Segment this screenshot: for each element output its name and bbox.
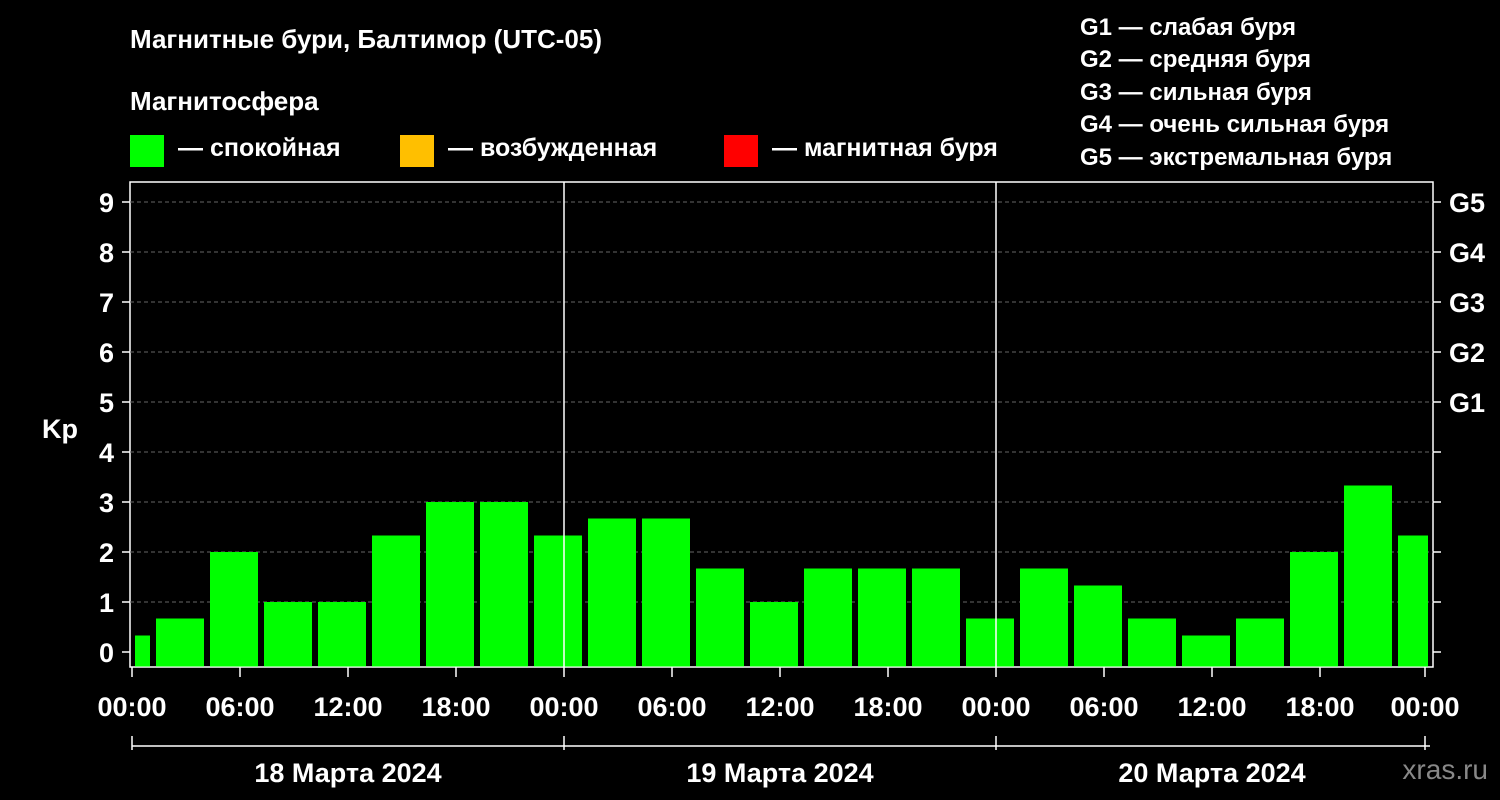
x-tick-label: 06:00 [637, 692, 706, 722]
x-tick-label: 00:00 [97, 692, 166, 722]
g-level-label: G1 [1449, 388, 1485, 418]
g-level-label: G5 [1449, 188, 1485, 218]
g-level-label: G4 [1449, 238, 1485, 268]
y-tick-label: 5 [99, 388, 114, 418]
y-tick-label: 0 [99, 638, 114, 668]
y-tick-label: 1 [99, 588, 114, 618]
kp-bar [156, 618, 204, 667]
kp-bar [1344, 485, 1392, 667]
kp-bar [534, 535, 582, 667]
day-label: 18 Марта 2024 [254, 758, 441, 788]
kp-bar [210, 552, 258, 667]
y-axis-label: Kp [42, 414, 78, 444]
kp-bar [804, 568, 852, 667]
x-tick-label: 18:00 [1285, 692, 1354, 722]
g-level-label: G2 [1449, 338, 1485, 368]
x-tick-label: 12:00 [1177, 692, 1246, 722]
plot-frame [129, 181, 1434, 668]
x-tick-label: 00:00 [1390, 692, 1459, 722]
kp-bar [426, 502, 474, 667]
site-watermark: xras.ru [1402, 754, 1488, 785]
kp-bar [1074, 585, 1122, 667]
x-tick-label: 00:00 [961, 692, 1030, 722]
kp-bar [372, 535, 420, 667]
kp-bar [1398, 535, 1428, 667]
g-level-label: G3 [1449, 288, 1485, 318]
x-tick-label: 00:00 [529, 692, 598, 722]
kp-bar [858, 568, 906, 667]
kp-bar [1020, 568, 1068, 667]
day-label: 20 Марта 2024 [1118, 758, 1305, 788]
y-tick-label: 6 [99, 338, 114, 368]
kp-bar [1236, 618, 1284, 667]
kp-bar [750, 602, 798, 667]
kp-bar [1182, 635, 1230, 667]
day-label: 19 Марта 2024 [686, 758, 873, 788]
kp-bar [642, 518, 690, 667]
x-tick-label: 06:00 [205, 692, 274, 722]
kp-bar [1290, 552, 1338, 667]
kp-bar [966, 618, 1014, 667]
kp-bar [1128, 618, 1176, 667]
y-tick-label: 4 [99, 438, 114, 468]
kp-bar [588, 518, 636, 667]
y-tick-label: 8 [99, 238, 114, 268]
x-tick-label: 12:00 [313, 692, 382, 722]
x-tick-label: 06:00 [1069, 692, 1138, 722]
kp-bar [264, 602, 312, 667]
kp-bar [135, 635, 150, 667]
y-tick-label: 9 [99, 188, 114, 218]
x-tick-label: 18:00 [421, 692, 490, 722]
y-tick-label: 2 [99, 538, 114, 568]
x-tick-label: 18:00 [853, 692, 922, 722]
y-tick-label: 3 [99, 488, 114, 518]
x-tick-label: 12:00 [745, 692, 814, 722]
kp-bar [696, 568, 744, 667]
kp-bar [912, 568, 960, 667]
kp-bar-chart: 0 1 2 3 4 5 6 7 8 9 G1 G2 G3 G4 G5 Kp 00:00 06:00 12:00 18:… [42, 181, 1485, 788]
y-tick-label: 7 [99, 288, 114, 318]
kp-bar [480, 502, 528, 667]
kp-bar [318, 602, 366, 667]
